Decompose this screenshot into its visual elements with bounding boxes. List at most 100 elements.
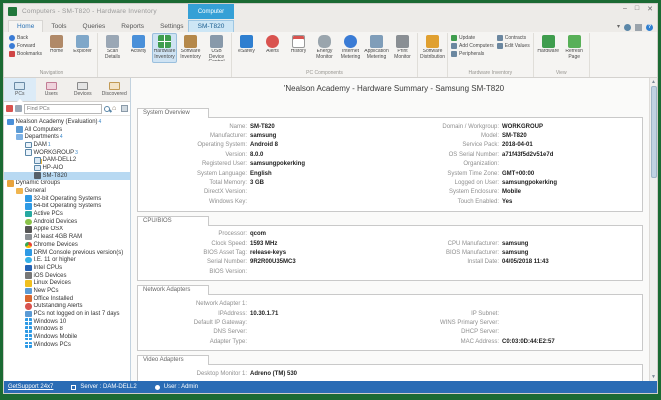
- edit-values-button[interactable]: Edit Values: [497, 43, 530, 49]
- software-inventory-button[interactable]: Software Inventory: [178, 33, 203, 63]
- software-distribution-button[interactable]: Software Distribution: [420, 33, 445, 63]
- tab-home[interactable]: Home: [8, 20, 43, 32]
- tree-item-departments[interactable]: Departments4: [4, 133, 130, 141]
- tab-queries[interactable]: Queries: [75, 21, 114, 32]
- tree-item-outstanding-alerts[interactable]: Outstanding Alerts: [4, 303, 130, 311]
- field-operating-system: Operating System:Android 8: [138, 141, 390, 150]
- tree-item-pcs-not-logged-on-in-last-7-days[interactable]: PCs not logged on in last 7 days: [4, 310, 130, 318]
- tree-item-windows-pcs[interactable]: Windows PCs: [4, 341, 130, 349]
- contracts-button[interactable]: Contracts: [497, 35, 530, 41]
- tree-item-apple-osx[interactable]: Apple OSX: [4, 226, 130, 234]
- minimize-button[interactable]: –: [623, 5, 627, 13]
- home-small-icon[interactable]: ⌂: [112, 105, 119, 112]
- esafely-button[interactable]: eSafely: [234, 33, 259, 63]
- tree-item-64-bit-operating-systems[interactable]: 64-bit Operating Systems: [4, 203, 130, 211]
- field-windows-key: Windows Key:: [138, 197, 390, 206]
- tree-item-workgroup[interactable]: WORKGROUP3: [4, 149, 130, 157]
- history-button[interactable]: History: [286, 33, 311, 63]
- internet-metering-button[interactable]: Internet Metering: [338, 33, 363, 63]
- usb-device-control-button[interactable]: USB Device Control: [204, 33, 229, 63]
- application-metering-button[interactable]: Application Metering: [364, 33, 389, 63]
- help-icon[interactable]: ?: [646, 24, 653, 31]
- pcs-icon: [14, 82, 25, 90]
- sidebar-tab-devices[interactable]: Devices: [67, 78, 99, 101]
- maximize-button[interactable]: □: [635, 5, 639, 13]
- tree-item-linux-devices[interactable]: Linux Devices: [4, 279, 130, 287]
- tree-item-general[interactable]: General: [4, 187, 130, 195]
- close-button[interactable]: ✕: [647, 5, 653, 13]
- support-link[interactable]: GetSupport 24x7: [8, 384, 53, 390]
- tree-item-32-bit-operating-systems[interactable]: 32-bit Operating Systems: [4, 195, 130, 203]
- find-pcs-input[interactable]: [24, 104, 102, 114]
- home-icon: [50, 35, 63, 48]
- hardware-button[interactable]: Hardware: [536, 33, 561, 63]
- energy-monitor-button[interactable]: Energy Monitor: [312, 33, 337, 63]
- field-domain-workgroup: Domain / Workgroup:WORKGROUP: [390, 122, 642, 131]
- tree-item-office-installed[interactable]: Office Installed: [4, 295, 130, 303]
- organization-icon[interactable]: [635, 24, 642, 31]
- user-label: User : Admin: [164, 384, 198, 390]
- add-computers-button[interactable]: Add Computers: [451, 43, 494, 49]
- print-monitor-button[interactable]: Print Monitor: [390, 33, 415, 63]
- tree-item-chrome-devices[interactable]: Chrome Devices: [4, 241, 130, 249]
- peripherals-button[interactable]: Peripherals: [451, 51, 494, 57]
- home-button[interactable]: Home: [44, 33, 69, 63]
- tree-item-windows-mobile[interactable]: Windows Mobile: [4, 333, 130, 341]
- tree-item-ios-devices[interactable]: iOS Devices: [4, 272, 130, 280]
- dropdown-caret-icon[interactable]: ▾: [617, 24, 620, 31]
- tree-item-dam[interactable]: DAM1: [4, 141, 130, 149]
- refresh-tree-icon[interactable]: [15, 105, 22, 112]
- tree-item-sm-t820[interactable]: SM-T820: [4, 172, 130, 180]
- back-button[interactable]: Back: [9, 35, 42, 41]
- scroll-up-icon[interactable]: ▲: [651, 78, 656, 86]
- vertical-scrollbar[interactable]: ▲ ▼: [649, 78, 657, 381]
- tree-item-new-pcs[interactable]: New PCs: [4, 287, 130, 295]
- scroll-down-icon[interactable]: ▼: [651, 373, 656, 381]
- scrollbar-thumb[interactable]: [651, 86, 657, 178]
- tab-tools[interactable]: Tools: [43, 21, 74, 32]
- bookmarks-button[interactable]: Bookmarks: [9, 51, 42, 57]
- tree-item-nealson-academy-evaluation[interactable]: Nealson Academy (Evaluation)4: [4, 118, 130, 126]
- sidebar-tab-discovered[interactable]: Discovered: [99, 78, 131, 101]
- tree-item-drm-console-previous-version-s[interactable]: DRM Console previous version(s): [4, 249, 130, 257]
- alerts-button[interactable]: Alerts: [260, 33, 285, 63]
- sidebar-tab-pcs[interactable]: PCs: [4, 78, 36, 101]
- forward-button[interactable]: Forward: [9, 43, 42, 49]
- tree-item-i-e-11-or-higher[interactable]: I.E. 11 or higher: [4, 256, 130, 264]
- scan-details-button[interactable]: Scan Details: [100, 33, 125, 63]
- tree-item-all-computers[interactable]: All Computers: [4, 126, 130, 134]
- section-system-overview: System OverviewName:SM-T820Manufacturer:…: [137, 117, 643, 212]
- panel-toggle-icon[interactable]: [121, 105, 128, 112]
- tree-item-intel-cpus[interactable]: Intel CPUs: [4, 264, 130, 272]
- field-total-memory: Total Memory:3 GB: [138, 178, 390, 187]
- field-organization: Organization:: [390, 160, 642, 169]
- tree-item-hp-aio[interactable]: HP-AIO: [4, 164, 130, 172]
- windows-icon: [25, 334, 32, 341]
- section-tab-network-adapters: Network Adapters: [137, 285, 209, 295]
- tab-settings[interactable]: Settings: [152, 21, 192, 32]
- web-icon[interactable]: [624, 24, 631, 31]
- tree-item-at-least-4gb-ram[interactable]: At least 4GB RAM: [4, 233, 130, 241]
- tree-item-dynamic-groups[interactable]: Dynamic Groups: [4, 180, 130, 188]
- tree-item-windows-10[interactable]: Windows 10: [4, 318, 130, 326]
- update-button[interactable]: Update: [451, 35, 494, 41]
- field-desktop-monitor-1: Desktop Monitor 1:Adreno (TM) 530: [138, 369, 390, 378]
- tree-item-windows-8[interactable]: Windows 8: [4, 326, 130, 334]
- tab-sm-t820[interactable]: SM-T820: [188, 20, 234, 32]
- explorer-button[interactable]: Explorer: [70, 33, 95, 63]
- tree-item-active-pcs[interactable]: Active PCs: [4, 210, 130, 218]
- field-wins-primary-server: WINS Primary Server:: [390, 318, 642, 327]
- tab-reports[interactable]: Reports: [113, 21, 152, 32]
- sidebar-tab-users[interactable]: Users: [36, 78, 68, 101]
- alerts-quick-icon[interactable]: [6, 105, 13, 112]
- activity-button[interactable]: Activity: [126, 33, 151, 63]
- field-video-resolution: Video Resolution:1536 x 2048: [138, 379, 390, 381]
- depts-icon: [16, 134, 23, 141]
- tree-item-android-devices[interactable]: Android Devices: [4, 218, 130, 226]
- field-model: Model:SM-T820: [390, 131, 642, 140]
- tree-item-dam-dell2[interactable]: DAM-DELL2: [4, 156, 130, 164]
- refresh-page-button[interactable]: Refresh Page: [562, 33, 587, 63]
- search-icon[interactable]: [104, 106, 110, 112]
- hardware-inventory-button[interactable]: Hardware Inventory: [152, 33, 177, 63]
- print-icon: [396, 35, 409, 48]
